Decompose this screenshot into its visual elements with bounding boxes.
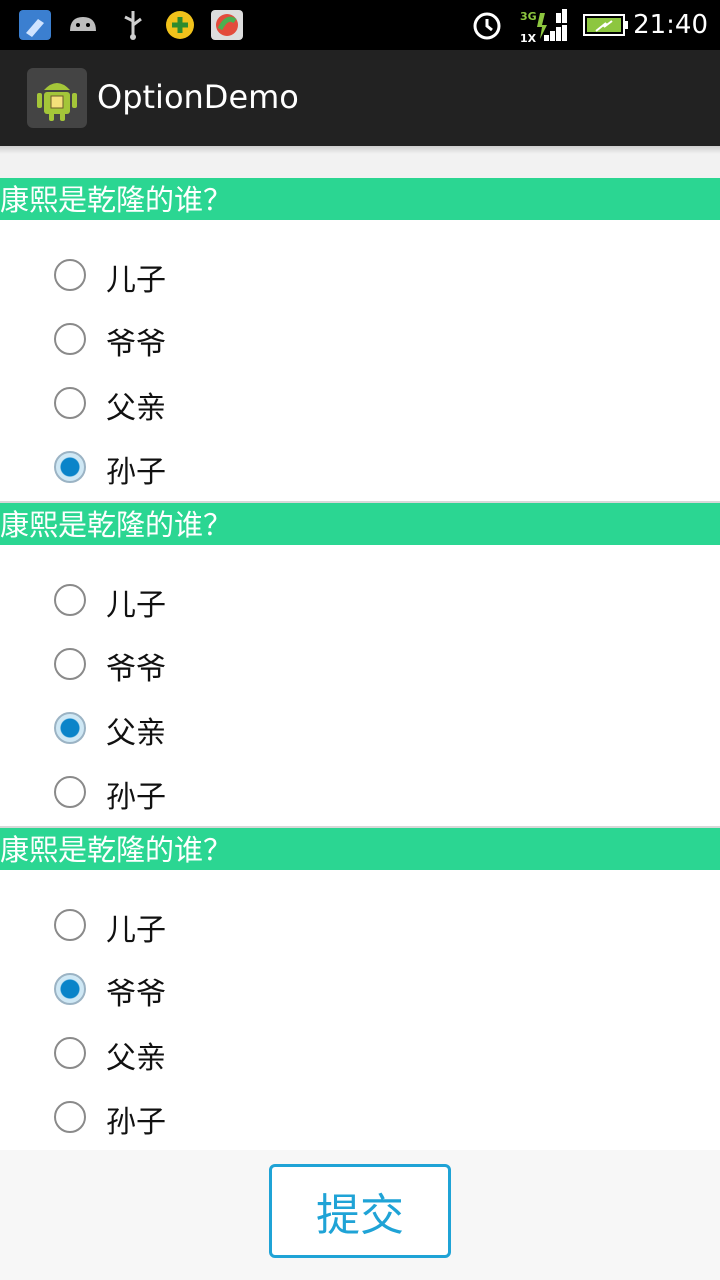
option-label: 儿子 xyxy=(106,263,166,298)
option-radio-2[interactable]: 爷爷 xyxy=(54,322,454,362)
option-label: 孙子 xyxy=(106,1105,166,1140)
option-label: 父亲 xyxy=(106,391,166,426)
radio-checked-icon[interactable] xyxy=(54,973,86,1005)
option-radio-4[interactable]: 孙子 xyxy=(54,1100,454,1140)
cleaner-icon xyxy=(19,10,51,40)
battery-icon xyxy=(583,14,628,36)
option-radio-2[interactable]: 爷爷 xyxy=(54,647,454,687)
action-bar-shadow xyxy=(0,146,720,154)
radio-unchecked-icon[interactable] xyxy=(54,323,86,355)
option-radio-1[interactable]: 儿子 xyxy=(54,583,454,623)
option-group: 儿子 爷爷 父亲 孙子 xyxy=(0,220,720,502)
option-radio-3[interactable]: 父亲 xyxy=(54,386,454,426)
radio-checked-icon[interactable] xyxy=(54,712,86,744)
status-bar: 3G 1X 21:40 xyxy=(0,0,720,50)
option-label: 孙子 xyxy=(106,780,166,815)
option-group: 儿子 爷爷 父亲 孙子 xyxy=(0,870,720,1152)
option-label: 爷爷 xyxy=(106,977,166,1012)
radio-unchecked-icon[interactable] xyxy=(54,387,86,419)
radio-unchecked-icon[interactable] xyxy=(54,648,86,680)
app-store-icon xyxy=(211,10,243,40)
option-radio-2[interactable]: 爷爷 xyxy=(54,972,454,1012)
radio-unchecked-icon[interactable] xyxy=(54,584,86,616)
app-icon[interactable] xyxy=(27,68,87,128)
option-radio-3[interactable]: 父亲 xyxy=(54,1036,454,1076)
android-debug-icon xyxy=(70,17,96,31)
action-bar: OptionDemo xyxy=(0,50,720,146)
clock: 21:40 xyxy=(633,10,708,40)
usb-icon xyxy=(124,11,142,40)
option-radio-4[interactable]: 孙子 xyxy=(54,450,454,490)
option-label: 儿子 xyxy=(106,588,166,623)
android-icon xyxy=(37,83,77,121)
submit-button[interactable]: 提交 xyxy=(269,1164,451,1258)
radio-unchecked-icon[interactable] xyxy=(54,1037,86,1069)
option-label: 父亲 xyxy=(106,716,166,751)
question-title: 康熙是乾隆的谁？ xyxy=(0,503,720,545)
radio-checked-icon[interactable] xyxy=(54,451,86,483)
option-radio-3[interactable]: 父亲 xyxy=(54,711,454,751)
option-radio-1[interactable]: 儿子 xyxy=(54,258,454,298)
question-title: 康熙是乾隆的谁？ xyxy=(0,178,720,220)
option-label: 父亲 xyxy=(106,1041,166,1076)
option-label: 爷爷 xyxy=(106,652,166,687)
option-radio-1[interactable]: 儿子 xyxy=(54,908,454,948)
option-label: 儿子 xyxy=(106,913,166,948)
radio-unchecked-icon[interactable] xyxy=(54,1101,86,1133)
option-radio-4[interactable]: 孙子 xyxy=(54,775,454,815)
radio-unchecked-icon[interactable] xyxy=(54,776,86,808)
radio-unchecked-icon[interactable] xyxy=(54,909,86,941)
radio-unchecked-icon[interactable] xyxy=(54,259,86,291)
option-label: 爷爷 xyxy=(106,327,166,362)
app-title: OptionDemo xyxy=(97,78,299,116)
option-group: 儿子 爷爷 父亲 孙子 xyxy=(0,545,720,827)
option-label: 孙子 xyxy=(106,455,166,490)
question-title: 康熙是乾隆的谁？ xyxy=(0,828,720,870)
game-icon xyxy=(166,11,194,39)
alarm-icon xyxy=(473,12,501,40)
signal-icon xyxy=(537,9,567,41)
